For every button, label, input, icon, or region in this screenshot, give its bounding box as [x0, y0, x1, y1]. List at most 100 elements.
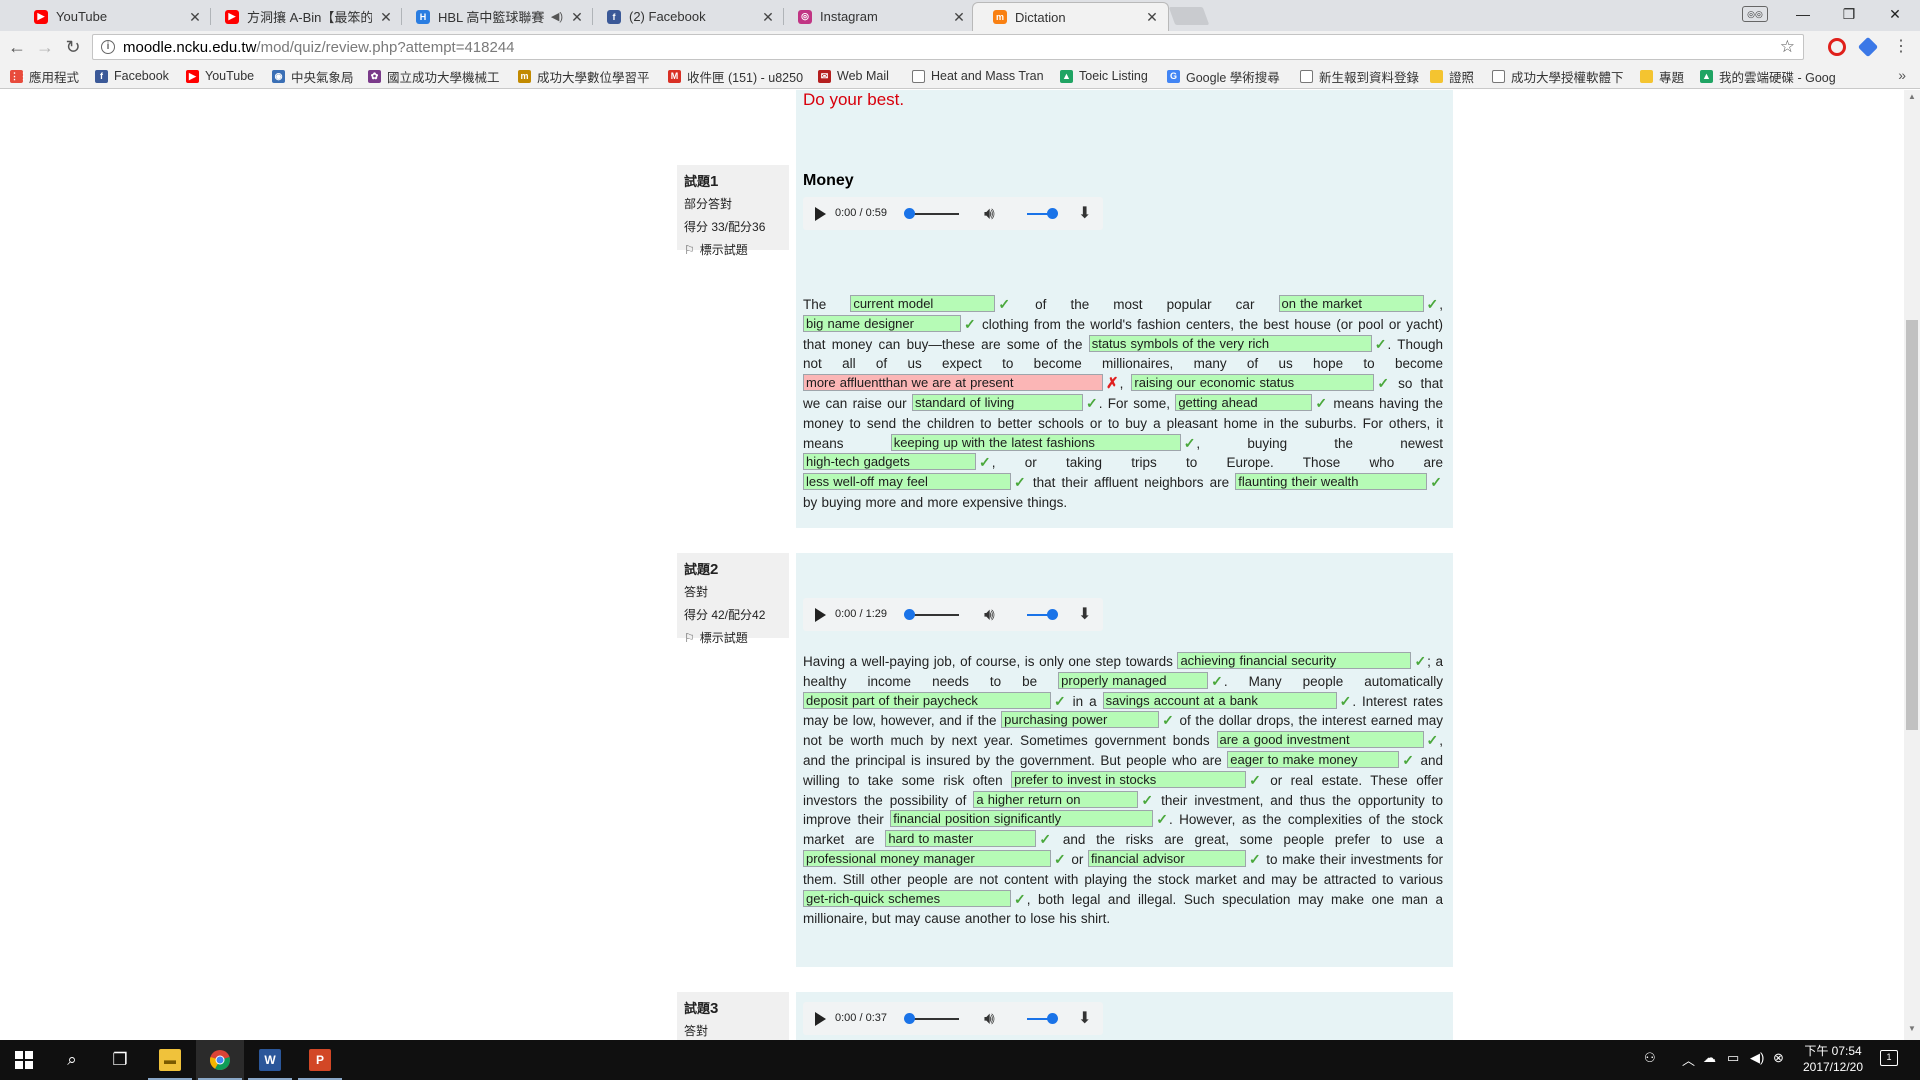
reload-icon[interactable]: ↻ — [62, 36, 84, 58]
download-icon[interactable]: ⬇ — [1078, 1008, 1091, 1028]
start-icon[interactable] — [0, 1040, 48, 1080]
bookmark-facebook[interactable]: f Facebook — [95, 67, 169, 85]
answer-field[interactable]: less well-off may feel — [803, 473, 1011, 491]
extension-icon[interactable] — [1857, 36, 1879, 58]
answer-field[interactable]: professional money manager — [803, 849, 1051, 867]
speaker-icon[interactable]: ◀) — [1750, 1050, 1764, 1066]
answer-field[interactable]: getting ahead — [1175, 393, 1313, 411]
forward-arrow-icon[interactable]: → — [34, 36, 56, 58]
answer-field[interactable]: savings account at a bank — [1102, 691, 1337, 709]
network-icon[interactable]: ▭ — [1727, 1050, 1739, 1066]
answer-field[interactable]: a higher return on — [973, 790, 1139, 808]
answer-field[interactable]: standard of living — [911, 393, 1083, 411]
bookmark-google-scholar[interactable]: G Google 學術搜尋 — [1167, 67, 1280, 85]
notification-icon[interactable]: 1 — [1880, 1050, 1898, 1066]
search-icon[interactable]: ⌕ — [48, 1040, 96, 1080]
chrome-icon[interactable] — [196, 1040, 244, 1080]
browser-tab-youtube[interactable]: ▶ YouTube ✕ — [14, 2, 211, 31]
restore-icon[interactable]: ❐ — [1826, 0, 1872, 28]
answer-field[interactable]: financial position significantly — [890, 810, 1154, 828]
bookmark-folder-license[interactable]: 證照 — [1430, 67, 1474, 85]
answer-field[interactable]: current model — [850, 295, 996, 312]
answer-field[interactable]: flaunting their wealth — [1235, 473, 1428, 491]
bookmark-apps[interactable]: ⋮⋮ 應用程式 — [10, 67, 79, 85]
back-arrow-icon[interactable]: ← — [6, 36, 28, 58]
volume-handle[interactable] — [1047, 208, 1058, 219]
close-icon[interactable]: ✕ — [569, 9, 585, 25]
volume-icon[interactable]: 🔊︎ — [984, 204, 995, 224]
opera-extension-icon[interactable] — [1828, 38, 1846, 56]
volume-handle[interactable] — [1047, 1013, 1058, 1024]
new-tab-button[interactable] — [1168, 7, 1210, 25]
file-explorer-icon[interactable]: ▬ — [146, 1040, 194, 1080]
scroll-down-icon[interactable]: ▼ — [1906, 1024, 1918, 1038]
bookmark-ncku-elearn[interactable]: m 成功大學數位學習平 — [518, 67, 654, 85]
profile-icon[interactable]: ◎◎ — [1742, 6, 1768, 22]
bookmark-webmail[interactable]: ✉ Web Mail — [818, 67, 889, 85]
seek-handle[interactable] — [904, 208, 915, 219]
task-view-icon[interactable]: ❐ — [96, 1040, 144, 1080]
bookmark-toeic[interactable]: ▲ Toeic Listing — [1060, 67, 1148, 85]
answer-field[interactable]: prefer to invest in stocks — [1011, 770, 1247, 788]
speaker-icon[interactable]: ◀) — [551, 10, 563, 23]
powerpoint-icon[interactable]: P — [296, 1040, 344, 1080]
answer-field[interactable]: financial advisor — [1087, 849, 1246, 867]
answer-field[interactable]: purchasing power — [1001, 711, 1160, 729]
browser-tab-hbl[interactable]: H HBL 高中籃球聯賽 - ◀) ✕ — [396, 2, 593, 31]
address-bar[interactable]: i moodle.ncku.edu.tw/mod/quiz/review.php… — [92, 34, 1804, 60]
answer-field[interactable]: get-rich-quick schemes — [803, 889, 1011, 907]
answer-field-incorrect[interactable]: more affluentthan we are at present — [803, 374, 1103, 392]
word-icon[interactable]: W — [246, 1040, 294, 1080]
chevron-up-icon[interactable]: ︿ — [1682, 1050, 1695, 1069]
scroll-up-icon[interactable]: ▲ — [1906, 92, 1918, 106]
onedrive-icon[interactable]: ☁ — [1703, 1050, 1716, 1066]
close-icon[interactable]: ✕ — [378, 9, 394, 25]
answer-field[interactable]: hard to master — [885, 830, 1037, 848]
close-icon[interactable]: ✕ — [760, 9, 776, 25]
seek-handle[interactable] — [904, 609, 915, 620]
close-window-icon[interactable]: ✕ — [1872, 0, 1918, 28]
answer-field[interactable]: big name designer — [803, 314, 961, 332]
answer-field[interactable]: are a good investment — [1216, 731, 1424, 749]
bookmark-google-drive[interactable]: ▲ 我的雲端硬碟 - Goog — [1700, 67, 1838, 85]
chevron-double-right-icon[interactable]: » — [1898, 67, 1906, 83]
info-icon[interactable]: i — [101, 40, 115, 54]
browser-tab-dictation[interactable]: m Dictation ✕ — [972, 2, 1169, 31]
seek-handle[interactable] — [904, 1013, 915, 1024]
system-clock[interactable]: 下午 07:54 2017/12/20 — [1788, 1043, 1878, 1075]
browser-tab-abin[interactable]: ▶ 方洞攘 A-Bin【最笨的人 ✕ — [205, 2, 402, 31]
play-icon[interactable] — [815, 608, 826, 622]
bookmark-ncku-me[interactable]: ✿ 國立成功大學機械工 — [368, 67, 508, 85]
download-icon[interactable]: ⬇ — [1078, 203, 1091, 223]
download-icon[interactable]: ⬇ — [1078, 604, 1091, 624]
answer-field[interactable]: achieving financial security — [1177, 652, 1412, 669]
answer-field[interactable]: deposit part of their paycheck — [803, 691, 1051, 709]
play-icon[interactable] — [815, 207, 826, 221]
volume-icon[interactable]: 🔊︎ — [984, 605, 995, 625]
volume-icon[interactable]: 🔊︎ — [984, 1009, 995, 1029]
play-icon[interactable] — [815, 1012, 826, 1026]
volume-handle[interactable] — [1047, 609, 1058, 620]
close-icon[interactable]: ✕ — [187, 9, 203, 25]
answer-field[interactable]: on the market — [1278, 295, 1424, 312]
bookmark-ncku-software[interactable]: 成功大學授權軟體下 — [1492, 67, 1632, 85]
bookmark-youtube[interactable]: ▶ YouTube — [186, 67, 254, 85]
scrollbar-thumb[interactable] — [1906, 320, 1918, 730]
browser-tab-facebook[interactable]: f (2) Facebook ✕ — [587, 2, 784, 31]
answer-field[interactable]: properly managed — [1058, 671, 1209, 689]
close-icon[interactable]: ✕ — [951, 9, 967, 25]
answer-field[interactable]: raising our economic status — [1131, 374, 1375, 392]
answer-field[interactable]: keeping up with the latest fashions — [890, 433, 1181, 451]
close-icon[interactable]: ✕ — [1144, 9, 1160, 25]
ime-icon[interactable]: ⊗ — [1773, 1050, 1784, 1066]
browser-tab-instagram[interactable]: ◎ Instagram ✕ — [778, 2, 975, 31]
answer-field[interactable]: high-tech gadgets — [803, 453, 976, 471]
people-icon[interactable]: ⚇ — [1644, 1050, 1656, 1066]
answer-field[interactable]: status symbols of the very rich — [1088, 334, 1372, 352]
menu-kebab-icon[interactable]: ⋮ — [1890, 36, 1912, 58]
answer-field[interactable]: eager to make money — [1227, 750, 1400, 768]
bookmark-folder-project[interactable]: 專題 — [1640, 67, 1684, 85]
bookmark-cwb[interactable]: ◉ 中央氣象局 — [272, 67, 354, 85]
star-icon[interactable]: ☆ — [1780, 37, 1795, 57]
bookmark-freshman[interactable]: 新生報到資料登錄 — [1300, 67, 1419, 85]
